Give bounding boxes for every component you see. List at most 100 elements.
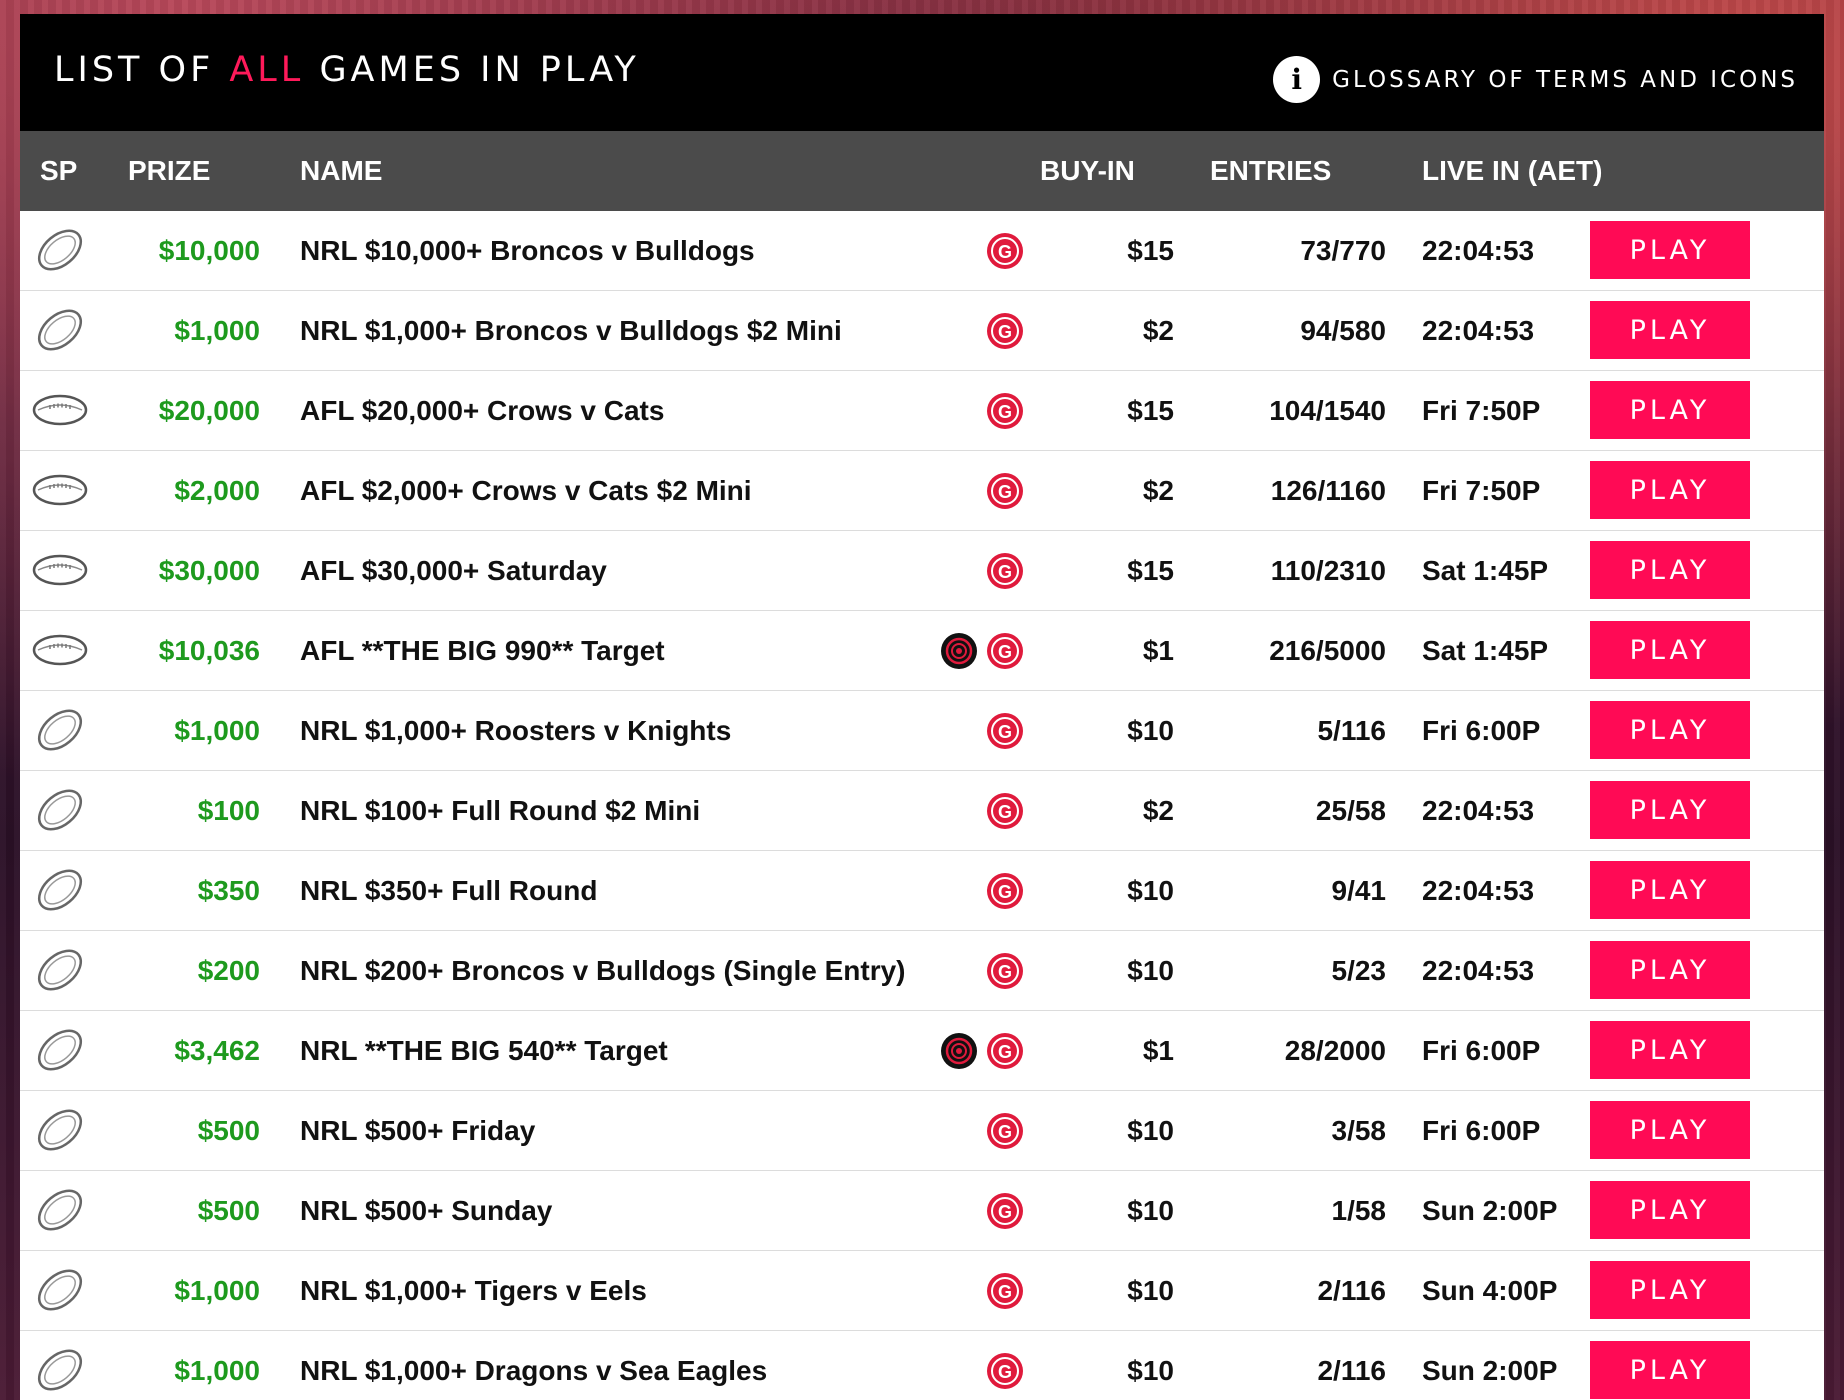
svg-text:G: G bbox=[998, 1042, 1012, 1062]
game-type-icons: G bbox=[925, 1111, 1025, 1151]
game-name[interactable]: NRL $100+ Full Round $2 Mini bbox=[300, 795, 700, 827]
column-sp[interactable]: SP bbox=[40, 155, 77, 187]
table-row[interactable]: $10,036 AFL **THE BIG 990** Target G $1 216/… bbox=[20, 611, 1824, 691]
play-button[interactable]: PLAY bbox=[1590, 1021, 1750, 1079]
game-name[interactable]: NRL $1,000+ Dragons v Sea Eagles bbox=[300, 1355, 767, 1387]
entries-count: 3/58 bbox=[1331, 1115, 1387, 1146]
rugby-league-ball-icon bbox=[32, 946, 88, 994]
entries-count: 9/41 bbox=[1331, 875, 1387, 906]
guaranteed-icon: G bbox=[985, 791, 1025, 831]
column-prize[interactable]: PRIZE bbox=[128, 155, 210, 187]
live-time: Fri 7:50P bbox=[1422, 475, 1541, 506]
game-type-icons: G bbox=[925, 1271, 1025, 1311]
entries-count: 25/58 bbox=[1315, 795, 1386, 826]
rugby-league-ball-icon bbox=[32, 226, 88, 274]
game-name[interactable]: AFL $2,000+ Crows v Cats $2 Mini bbox=[300, 475, 752, 507]
buy-in: $10 bbox=[1127, 955, 1174, 986]
table-row[interactable]: $1,000 NRL $1,000+ Roosters v Knights G $10… bbox=[20, 691, 1824, 771]
entries-count: 110/2310 bbox=[1270, 555, 1386, 586]
guaranteed-icon: G bbox=[985, 1351, 1025, 1391]
play-button[interactable]: PLAY bbox=[1590, 701, 1750, 759]
play-button[interactable]: PLAY bbox=[1590, 1261, 1750, 1319]
play-button[interactable]: PLAY bbox=[1590, 1181, 1750, 1239]
rugby-league-ball-icon bbox=[32, 1346, 88, 1394]
svg-text:G: G bbox=[998, 1202, 1012, 1222]
game-name[interactable]: AFL $20,000+ Crows v Cats bbox=[300, 395, 664, 427]
table-row[interactable]: $350 NRL $350+ Full Round G $10 9/41 22:04:53… bbox=[20, 851, 1824, 931]
live-time: 22:04:53 bbox=[1422, 795, 1535, 826]
game-name[interactable]: AFL $30,000+ Saturday bbox=[300, 555, 607, 587]
live-time: Fri 6:00P bbox=[1422, 1115, 1541, 1146]
buy-in: $15 bbox=[1127, 235, 1174, 266]
game-name[interactable]: NRL $500+ Sunday bbox=[300, 1195, 552, 1227]
table-row[interactable]: $3,462 NRL **THE BIG 540** Target G $1 28/20… bbox=[20, 1011, 1824, 1091]
table-row[interactable]: $200 NRL $200+ Broncos v Bulldogs (Single… bbox=[20, 931, 1824, 1011]
play-button[interactable]: PLAY bbox=[1590, 1341, 1750, 1399]
glossary-link[interactable]: i GLOSSARY OF TERMS AND ICONS bbox=[1273, 56, 1798, 103]
entries-count: 104/1540 bbox=[1269, 395, 1386, 426]
game-name[interactable]: AFL **THE BIG 990** Target bbox=[300, 635, 665, 667]
table-row[interactable]: $500 NRL $500+ Sunday G $10 1/58 Sun 2:00P PLA… bbox=[20, 1171, 1824, 1251]
afl-football-icon bbox=[32, 466, 88, 514]
rugby-league-ball-icon bbox=[32, 1106, 88, 1154]
play-button[interactable]: PLAY bbox=[1590, 621, 1750, 679]
live-time: Fri 6:00P bbox=[1422, 715, 1541, 746]
live-time: Sat 1:45P bbox=[1422, 635, 1549, 666]
games-table-body: $10,000 NRL $10,000+ Broncos v Bulldogs G $… bbox=[20, 211, 1824, 1400]
table-row[interactable]: $1,000 NRL $1,000+ Dragons v Sea Eagles G $… bbox=[20, 1331, 1824, 1400]
column-name[interactable]: NAME bbox=[300, 155, 382, 187]
title-suffix: GAMES IN PLAY bbox=[304, 50, 640, 90]
svg-text:G: G bbox=[998, 882, 1012, 902]
table-row[interactable]: $500 NRL $500+ Friday G $10 3/58 Fri 6:00P PLA… bbox=[20, 1091, 1824, 1171]
table-row[interactable]: $20,000 AFL $20,000+ Crows v Cats G $15 104/… bbox=[20, 371, 1824, 451]
game-type-icons: G bbox=[925, 631, 1025, 671]
page-title: LIST OF ALL GAMES IN PLAY bbox=[54, 50, 640, 90]
games-panel: LIST OF ALL GAMES IN PLAY i GLOSSARY OF … bbox=[20, 14, 1824, 1400]
svg-text:G: G bbox=[998, 402, 1012, 422]
play-button[interactable]: PLAY bbox=[1590, 381, 1750, 439]
column-buyin[interactable]: BUY-IN bbox=[1040, 155, 1135, 187]
play-button[interactable]: PLAY bbox=[1590, 941, 1750, 999]
table-row[interactable]: $1,000 NRL $1,000+ Tigers v Eels G $10 2/116… bbox=[20, 1251, 1824, 1331]
play-button[interactable]: PLAY bbox=[1590, 861, 1750, 919]
svg-text:G: G bbox=[998, 322, 1012, 342]
game-type-icons: G bbox=[925, 1031, 1025, 1071]
game-name[interactable]: NRL $500+ Friday bbox=[300, 1115, 535, 1147]
play-button[interactable]: PLAY bbox=[1590, 1101, 1750, 1159]
game-name[interactable]: NRL $1,000+ Tigers v Eels bbox=[300, 1275, 647, 1307]
game-name[interactable]: NRL $1,000+ Broncos v Bulldogs $2 Mini bbox=[300, 315, 842, 347]
game-name[interactable]: NRL $350+ Full Round bbox=[300, 875, 597, 907]
guaranteed-icon: G bbox=[985, 631, 1025, 671]
entries-count: 94/580 bbox=[1300, 315, 1386, 346]
column-entries[interactable]: ENTRIES bbox=[1210, 155, 1331, 187]
svg-text:G: G bbox=[998, 482, 1012, 502]
play-button[interactable]: PLAY bbox=[1590, 221, 1750, 279]
svg-text:G: G bbox=[998, 802, 1012, 822]
game-name[interactable]: NRL $1,000+ Roosters v Knights bbox=[300, 715, 731, 747]
info-icon[interactable]: i bbox=[1273, 56, 1321, 103]
prize-amount: $1,000 bbox=[174, 715, 260, 746]
prize-amount: $2,000 bbox=[174, 475, 260, 506]
guaranteed-icon: G bbox=[985, 311, 1025, 351]
rugby-league-ball-icon bbox=[32, 786, 88, 834]
title-prefix: LIST OF bbox=[54, 50, 230, 90]
play-button[interactable]: PLAY bbox=[1590, 461, 1750, 519]
prize-amount: $10,000 bbox=[158, 235, 260, 266]
buy-in: $1 bbox=[1142, 635, 1174, 666]
play-button[interactable]: PLAY bbox=[1590, 301, 1750, 359]
glossary-label[interactable]: GLOSSARY OF TERMS AND ICONS bbox=[1332, 67, 1798, 93]
column-live[interactable]: LIVE IN (AET) bbox=[1422, 155, 1602, 187]
guaranteed-icon: G bbox=[985, 391, 1025, 431]
table-row[interactable]: $1,000 NRL $1,000+ Broncos v Bulldogs $2 … bbox=[20, 291, 1824, 371]
play-button[interactable]: PLAY bbox=[1590, 781, 1750, 839]
guaranteed-icon: G bbox=[985, 1191, 1025, 1231]
table-row[interactable]: $10,000 NRL $10,000+ Broncos v Bulldogs G $… bbox=[20, 211, 1824, 291]
game-name[interactable]: NRL $10,000+ Broncos v Bulldogs bbox=[300, 235, 755, 267]
play-button[interactable]: PLAY bbox=[1590, 541, 1750, 599]
game-name[interactable]: NRL **THE BIG 540** Target bbox=[300, 1035, 668, 1067]
guaranteed-icon: G bbox=[985, 1271, 1025, 1311]
table-row[interactable]: $2,000 AFL $2,000+ Crows v Cats $2 Mini G $… bbox=[20, 451, 1824, 531]
table-row[interactable]: $30,000 AFL $30,000+ Saturday G $15 110/2310… bbox=[20, 531, 1824, 611]
table-row[interactable]: $100 NRL $100+ Full Round $2 Mini G $2 25/58… bbox=[20, 771, 1824, 851]
game-name[interactable]: NRL $200+ Broncos v Bulldogs (Single Ent… bbox=[300, 955, 906, 987]
